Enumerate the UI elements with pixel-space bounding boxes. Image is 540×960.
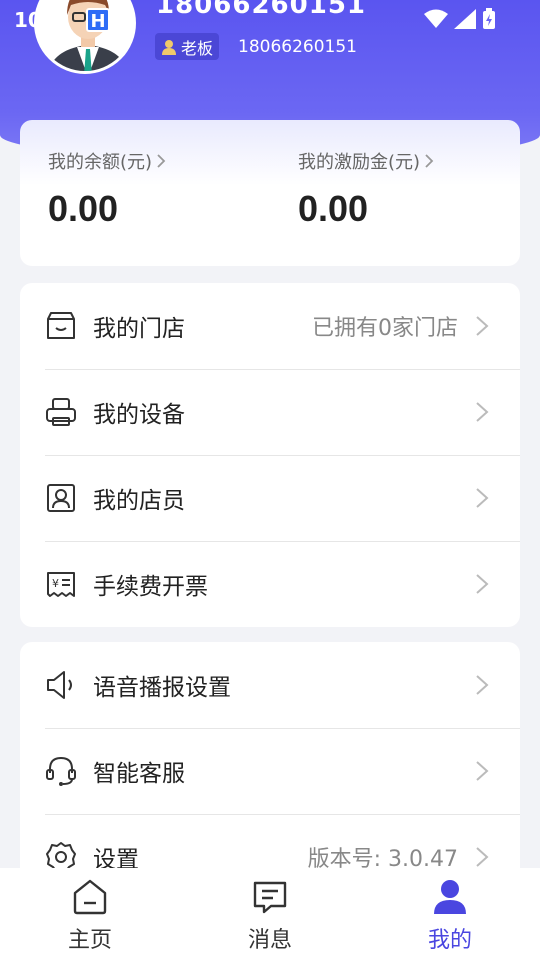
speaker-icon <box>45 669 77 701</box>
role-tag: 老板 <box>155 33 220 60</box>
chevron-right-icon <box>476 761 489 781</box>
menu-label: 手续费开票 <box>93 574 208 600</box>
chevron-right-icon <box>157 154 166 168</box>
person-icon <box>162 39 176 55</box>
incentive-value: 0.00 <box>298 188 369 229</box>
role-label: 老板 <box>181 38 214 58</box>
store-icon <box>45 310 77 342</box>
menu-item-my-store[interactable]: 我的门店 已拥有0家门店 <box>20 283 520 369</box>
home-icon <box>73 879 107 915</box>
verified-badge: H <box>86 8 110 32</box>
invoice-icon: ¥ <box>45 568 77 600</box>
profile-phone: 18066260151 <box>156 0 366 20</box>
gear-icon <box>45 841 77 868</box>
menu-item-my-staff[interactable]: 我的店员 <box>20 455 520 541</box>
tab-label: 我的 <box>427 928 472 953</box>
menu-group-settings: 语音播报设置 智能客服 设置 版本号: 3.0.47 <box>20 642 520 868</box>
balance-card: 我的余额(元) 0.00 我的激励金(元) 0.00 <box>20 120 520 266</box>
printer-icon <box>45 396 77 428</box>
menu-label: 智能客服 <box>93 761 185 787</box>
store-count-text: 已拥有0家门店 <box>312 316 458 341</box>
chevron-right-icon <box>476 675 489 695</box>
svg-text:¥: ¥ <box>52 577 59 590</box>
message-icon <box>253 881 287 914</box>
balance-item[interactable]: 我的余额(元) 0.00 <box>48 148 166 230</box>
menu-label: 语音播报设置 <box>93 675 231 701</box>
chevron-right-icon <box>425 154 434 168</box>
staff-id-icon <box>45 482 77 514</box>
menu-item-settings[interactable]: 设置 版本号: 3.0.47 <box>20 814 520 868</box>
incentive-item[interactable]: 我的激励金(元) 0.00 <box>298 148 434 230</box>
wifi-icon <box>424 9 448 28</box>
menu-label: 我的设备 <box>93 402 185 428</box>
status-icons <box>424 8 496 30</box>
tab-label: 主页 <box>67 928 112 953</box>
menu-label: 我的店员 <box>93 488 185 514</box>
user-icon <box>434 880 466 914</box>
chevron-right-icon <box>476 488 489 508</box>
bottom-tab-bar: 主页 消息 我的 <box>0 868 540 960</box>
tab-messages[interactable]: 消息 <box>220 878 320 954</box>
battery-icon <box>483 8 495 29</box>
menu-item-my-devices[interactable]: 我的设备 <box>20 369 520 455</box>
headset-icon <box>45 755 77 787</box>
menu-group-store: 我的门店 已拥有0家门店 我的设备 我的店员 ¥ 手续费开票 <box>20 283 520 627</box>
balance-value: 0.00 <box>48 188 119 229</box>
chevron-right-icon <box>476 847 489 867</box>
menu-label: 我的门店 <box>93 316 185 342</box>
chevron-right-icon <box>476 402 489 422</box>
balance-label: 我的余额(元) <box>48 152 153 173</box>
chevron-right-icon <box>476 316 489 336</box>
tab-home[interactable]: 主页 <box>40 878 140 954</box>
menu-item-voice-broadcast[interactable]: 语音播报设置 <box>20 642 520 728</box>
tab-label: 消息 <box>247 928 292 953</box>
version-text: 版本号: 3.0.47 <box>307 847 458 868</box>
menu-item-invoice[interactable]: ¥ 手续费开票 <box>20 541 520 627</box>
profile-phone-secondary: 18066260151 <box>238 37 357 57</box>
signal-icon <box>454 9 476 29</box>
incentive-label-row: 我的激励金(元) <box>298 148 434 174</box>
tab-mine[interactable]: 我的 <box>400 878 500 954</box>
menu-label: 设置 <box>93 847 139 868</box>
balance-label-row: 我的余额(元) <box>48 148 166 174</box>
incentive-label: 我的激励金(元) <box>298 152 421 173</box>
chevron-right-icon <box>476 574 489 594</box>
menu-item-customer-service[interactable]: 智能客服 <box>20 728 520 814</box>
